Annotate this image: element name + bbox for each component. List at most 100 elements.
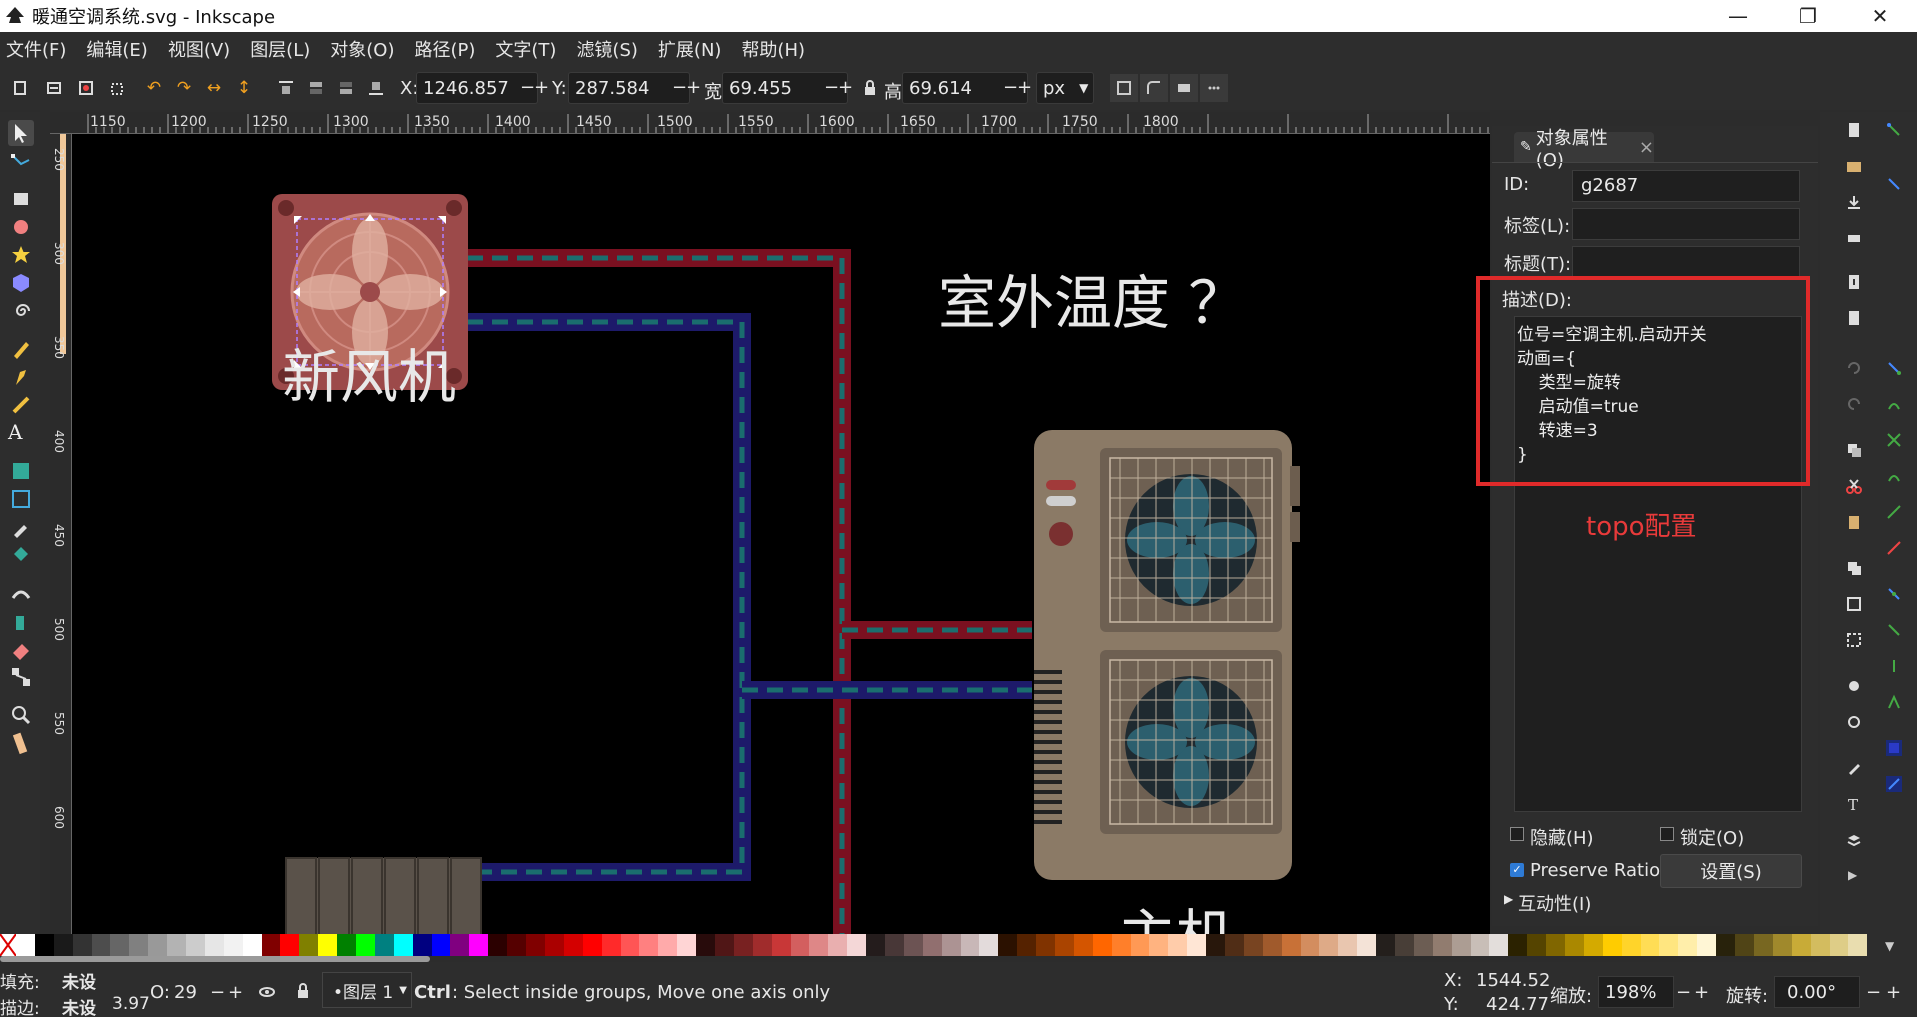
palette-swatch[interactable] xyxy=(469,934,489,956)
tab-close-icon[interactable]: × xyxy=(1639,137,1654,158)
menu-help[interactable]: 帮助(H) xyxy=(741,36,805,62)
vertical-ruler[interactable]: 250 300 350 400 450 500 550 600 xyxy=(50,134,72,934)
select-all-icon[interactable] xyxy=(6,74,34,102)
menu-path[interactable]: 路径(P) xyxy=(414,36,475,62)
palette-swatch[interactable] xyxy=(1036,934,1055,956)
palette-swatch[interactable] xyxy=(488,934,508,956)
palette-swatch[interactable] xyxy=(186,934,205,956)
minimize-button[interactable]: — xyxy=(1710,0,1766,32)
palette-swatch[interactable] xyxy=(507,934,527,956)
preserve-ratio-checkbox[interactable]: ✓ xyxy=(1510,863,1524,877)
palette-swatch[interactable] xyxy=(53,934,73,956)
no-paint-swatch[interactable] xyxy=(0,933,17,957)
zoom-increment-button[interactable]: + xyxy=(1694,982,1709,1003)
connector-tool-icon[interactable] xyxy=(8,664,34,690)
palette-swatch[interactable] xyxy=(752,934,772,956)
ellipse-tool-icon[interactable] xyxy=(8,214,34,240)
stroke-value[interactable]: 未设 xyxy=(62,994,96,1017)
palette-swatch[interactable] xyxy=(1451,934,1471,956)
palette-swatch[interactable] xyxy=(960,934,980,956)
palette-swatch[interactable] xyxy=(1489,934,1509,956)
palette-swatch[interactable] xyxy=(1149,934,1169,956)
palette-swatch[interactable] xyxy=(1073,934,1093,956)
palette-swatch[interactable] xyxy=(582,934,602,956)
snap-center-icon[interactable] xyxy=(1886,586,1902,602)
palette-swatch[interactable] xyxy=(1772,934,1792,956)
rectangle-tool-icon[interactable] xyxy=(8,186,34,212)
zoom-tool-icon[interactable] xyxy=(8,702,34,728)
return-pipe[interactable] xyxy=(467,313,1032,881)
palette-menu-icon[interactable]: ▼ xyxy=(1867,934,1917,956)
deselect-icon[interactable] xyxy=(72,74,100,102)
palette-swatch[interactable] xyxy=(1281,934,1301,956)
star-tool-icon[interactable] xyxy=(8,242,34,268)
layer-select[interactable]: •图层 1 ▼ xyxy=(322,972,412,1008)
close-button[interactable]: ✕ xyxy=(1852,0,1908,32)
expander-arrow-icon[interactable]: ▶ xyxy=(1504,892,1513,906)
spiral-tool-icon[interactable] xyxy=(8,298,34,324)
palette-swatch[interactable] xyxy=(1470,934,1490,956)
paint-bucket-tool-icon[interactable] xyxy=(8,542,34,568)
palette-swatch[interactable] xyxy=(979,934,999,956)
calligraphy-tool-icon[interactable] xyxy=(8,392,34,418)
menu-view[interactable]: 视图(V) xyxy=(168,36,230,62)
palette-swatch[interactable] xyxy=(1092,934,1112,956)
flip-horizontal-icon[interactable]: ↔ xyxy=(200,74,228,102)
x-decrement-button[interactable]: − xyxy=(520,77,535,98)
palette-swatch[interactable] xyxy=(620,934,640,956)
scale-corners-icon[interactable] xyxy=(1140,74,1168,102)
palette-swatch[interactable] xyxy=(733,934,753,956)
palette-swatch[interactable] xyxy=(1357,934,1377,956)
palette-swatch[interactable] xyxy=(1829,934,1849,956)
menu-file[interactable]: 文件(F) xyxy=(6,36,66,62)
palette-swatch[interactable] xyxy=(847,934,867,956)
snap-page-icon[interactable] xyxy=(1886,694,1902,710)
drawing-canvas[interactable]: 新风机 室外温度 ？ 主机 xyxy=(72,134,1490,934)
tag-input[interactable] xyxy=(1572,208,1800,240)
layer-lock-icon[interactable] xyxy=(296,982,310,1000)
height-increment-button[interactable]: + xyxy=(1017,77,1032,98)
palette-swatch[interactable] xyxy=(450,934,470,956)
palette-swatch[interactable] xyxy=(299,934,319,956)
snap-bbox-icon[interactable] xyxy=(1886,176,1902,192)
duplicate-icon[interactable] xyxy=(1846,560,1862,576)
measure-tool-icon[interactable] xyxy=(8,730,34,756)
palette-swatch[interactable] xyxy=(1432,934,1452,956)
palette-swatch[interactable] xyxy=(1697,934,1717,956)
y-decrement-button[interactable]: − xyxy=(672,77,687,98)
menu-layer[interactable]: 图层(L) xyxy=(250,36,310,62)
text-tool-icon[interactable]: A xyxy=(8,420,34,446)
palette-swatch[interactable] xyxy=(1508,934,1528,956)
snap-smooth-icon[interactable] xyxy=(1886,504,1902,520)
palette-swatch[interactable] xyxy=(223,934,243,956)
snap-rotation-center-icon[interactable] xyxy=(1886,622,1902,638)
palette-swatch[interactable] xyxy=(167,934,187,956)
spray-tool-icon[interactable] xyxy=(8,608,34,634)
width-increment-button[interactable]: + xyxy=(838,77,853,98)
clone-icon[interactable] xyxy=(1846,596,1862,612)
palette-swatch[interactable] xyxy=(374,934,394,956)
flip-vertical-icon[interactable]: ↕ xyxy=(230,74,258,102)
set-button[interactable]: 设置(S) xyxy=(1660,854,1802,888)
radiator[interactable] xyxy=(285,857,482,934)
palette-swatch[interactable] xyxy=(1753,934,1773,956)
tweak-tool-icon[interactable] xyxy=(8,580,34,606)
selector-tool-icon[interactable] xyxy=(8,120,34,146)
palette-swatch[interactable] xyxy=(1583,934,1603,956)
snap-grid-icon[interactable] xyxy=(1886,740,1902,756)
y-increment-button[interactable]: + xyxy=(686,77,701,98)
text-font-icon[interactable]: T xyxy=(1846,796,1862,812)
width-decrement-button[interactable]: − xyxy=(824,77,839,98)
palette-swatch[interactable] xyxy=(696,934,715,956)
fill-stroke-icon[interactable] xyxy=(1846,760,1862,776)
palette-swatch[interactable] xyxy=(356,934,375,956)
palette-swatch[interactable] xyxy=(809,934,829,956)
scale-gradient-icon[interactable] xyxy=(1170,74,1198,102)
palette-swatch[interactable] xyxy=(393,934,413,956)
palette-swatch[interactable] xyxy=(903,934,923,956)
palette-swatch[interactable] xyxy=(714,934,734,956)
height-decrement-button[interactable]: − xyxy=(1003,77,1018,98)
palette-swatch[interactable] xyxy=(866,934,885,956)
palette-swatch[interactable] xyxy=(884,934,904,956)
mesh-tool-icon[interactable] xyxy=(8,486,34,512)
